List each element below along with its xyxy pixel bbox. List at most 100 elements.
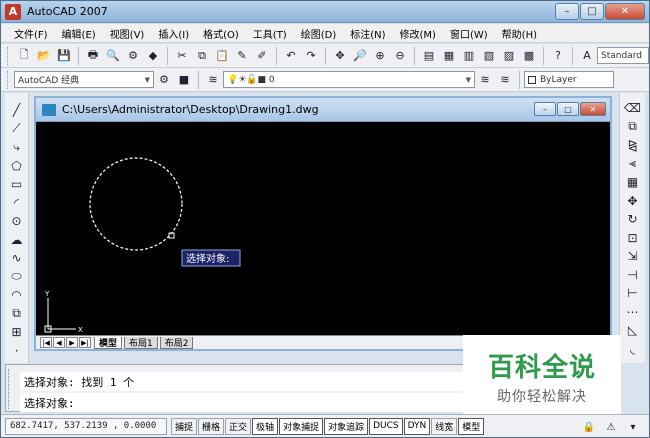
toolbar-grip[interactable] (7, 46, 10, 65)
paste-icon[interactable]: 📋 (213, 47, 231, 65)
markup-icon[interactable]: ▨ (500, 47, 518, 65)
menu-edit[interactable]: 编辑(E) (55, 26, 103, 41)
menu-tools[interactable]: 工具(T) (246, 26, 294, 41)
menu-window[interactable]: 窗口(W) (443, 26, 495, 41)
construction-line-icon[interactable]: ⟋ (8, 120, 26, 139)
spline-icon[interactable]: ∿ (8, 249, 26, 268)
ellipse-icon[interactable]: ⬭ (8, 268, 26, 287)
fillet-icon[interactable]: ◟ (624, 340, 642, 359)
cut-icon[interactable]: ✂ (173, 47, 191, 65)
model-toggle[interactable]: 模型 (458, 417, 485, 435)
maximize-button[interactable]: □ (580, 3, 604, 20)
revision-cloud-icon[interactable]: ☁ (8, 231, 26, 250)
layer-properties-icon[interactable]: ≋ (204, 71, 222, 89)
menu-draw[interactable]: 绘图(D) (294, 26, 344, 41)
drawing-maximize-button[interactable]: □ (557, 102, 579, 116)
offset-icon[interactable]: ⫷ (624, 155, 642, 174)
color-select[interactable]: ByLayer (524, 71, 614, 88)
my-workspace-icon[interactable]: ■ (175, 71, 193, 89)
comm-center-icon[interactable]: ⚠ (602, 418, 620, 436)
layer-previous-icon[interactable]: ≋ (496, 71, 514, 89)
osnap-toggle[interactable]: 对象捕捉 (279, 417, 324, 435)
calculator-icon[interactable]: ▩ (520, 47, 538, 65)
tool-palettes-icon[interactable]: ▥ (460, 47, 478, 65)
3d-dwf-icon[interactable]: ◆ (144, 47, 162, 65)
publish-icon[interactable]: ⚙ (124, 47, 142, 65)
rotate-icon[interactable]: ↻ (624, 210, 642, 229)
array-icon[interactable]: ▦ (624, 173, 642, 192)
command-grip[interactable] (8, 369, 16, 409)
match-properties-icon[interactable]: ✎ (233, 47, 251, 65)
polar-toggle[interactable]: 极轴 (252, 417, 279, 435)
sheet-set-icon[interactable]: ▧ (480, 47, 498, 65)
scale-icon[interactable]: ⊡ (624, 229, 642, 248)
lock-icon[interactable]: 🔒 (580, 418, 598, 436)
prev-tab-icon[interactable]: ◀ (53, 337, 65, 348)
menu-view[interactable]: 视图(V) (103, 26, 152, 41)
drawing-close-button[interactable]: ✕ (580, 102, 606, 116)
ortho-toggle[interactable]: 正交 (225, 417, 252, 435)
insert-block-icon[interactable]: ⧉ (8, 305, 26, 324)
ducs-toggle[interactable]: DUCS (369, 417, 403, 435)
first-tab-icon[interactable]: |◀ (40, 337, 52, 348)
extend-icon[interactable]: ⊢ (624, 284, 642, 303)
tab-layout2[interactable]: 布局2 (159, 336, 194, 349)
open-icon[interactable]: 📂 (35, 47, 53, 65)
ellipse-arc-icon[interactable]: ◠ (8, 286, 26, 305)
move-icon[interactable]: ✥ (624, 192, 642, 211)
erase-icon[interactable]: ⌫ (624, 99, 642, 118)
point-icon[interactable]: · (8, 342, 26, 361)
undo-icon[interactable]: ↶ (282, 47, 300, 65)
selected-circle[interactable] (89, 157, 183, 251)
arc-icon[interactable]: ◜ (8, 194, 26, 213)
polyline-icon[interactable]: ⤷ (8, 138, 26, 157)
grid-toggle[interactable]: 栅格 (198, 417, 225, 435)
make-layer-current-icon[interactable]: ≋ (476, 71, 494, 89)
zoom-previous-icon[interactable]: ⊖ (391, 47, 409, 65)
minimize-button[interactable]: – (555, 3, 579, 20)
model-space-canvas[interactable]: 选择对象: Y X (36, 123, 610, 335)
drawing-minimize-button[interactable]: – (534, 102, 556, 116)
make-block-icon[interactable]: ⊞ (8, 323, 26, 342)
tab-layout1[interactable]: 布局1 (124, 336, 158, 349)
properties-icon[interactable]: ▤ (420, 47, 438, 65)
rectangle-icon[interactable]: ▭ (8, 175, 26, 194)
last-tab-icon[interactable]: ▶| (79, 337, 91, 348)
menu-file[interactable]: 文件(F) (7, 26, 55, 41)
trim-icon[interactable]: ⊣ (624, 266, 642, 285)
lineweight-toggle[interactable]: 线宽 (431, 417, 458, 435)
mirror-icon[interactable]: ⧎ (624, 136, 642, 155)
design-center-icon[interactable]: ▦ (440, 47, 458, 65)
menu-insert[interactable]: 插入(I) (151, 26, 196, 41)
menu-format[interactable]: 格式(O) (196, 26, 246, 41)
close-button[interactable]: ✕ (605, 3, 645, 20)
zoom-realtime-icon[interactable]: 🔎 (351, 47, 369, 65)
text-style-select[interactable]: Standard (597, 47, 649, 64)
help-icon[interactable]: ? (549, 47, 567, 65)
break-icon[interactable]: ⋯ (624, 303, 642, 322)
line-icon[interactable]: ╱ (8, 101, 26, 120)
zoom-window-icon[interactable]: ⊕ (371, 47, 389, 65)
stretch-icon[interactable]: ⇲ (624, 247, 642, 266)
next-tab-icon[interactable]: ▶ (66, 337, 78, 348)
snap-toggle[interactable]: 捕捉 (171, 417, 198, 435)
chamfer-icon[interactable]: ◺ (624, 321, 642, 340)
pan-icon[interactable]: ✥ (331, 47, 349, 65)
new-icon[interactable]: 🗋 (15, 47, 33, 65)
otrack-toggle[interactable]: 对象追踪 (324, 417, 369, 435)
copy-icon[interactable]: ⧉ (193, 47, 211, 65)
circle-icon[interactable]: ⊙ (8, 212, 26, 231)
polygon-icon[interactable]: ⬠ (8, 157, 26, 176)
workspace-select[interactable]: AutoCAD 经典 ▼ (14, 71, 154, 88)
dyn-toggle[interactable]: DYN (403, 417, 431, 435)
menu-help[interactable]: 帮助(H) (495, 26, 544, 41)
toolbar-grip[interactable] (7, 70, 10, 89)
coordinate-display[interactable]: 682.7417, 537.2139 , 0.0000 (5, 417, 167, 435)
save-icon[interactable]: 💾 (55, 47, 73, 65)
layer-select[interactable]: 💡☀🔓■ 0 ▼ (223, 71, 475, 88)
copy-object-icon[interactable]: ⧉ (624, 118, 642, 137)
status-menu-icon[interactable]: ▾ (624, 418, 642, 436)
tab-model[interactable]: 模型 (94, 336, 123, 349)
block-editor-icon[interactable]: ✐ (253, 47, 271, 65)
print-preview-icon[interactable]: 🔍 (104, 47, 122, 65)
